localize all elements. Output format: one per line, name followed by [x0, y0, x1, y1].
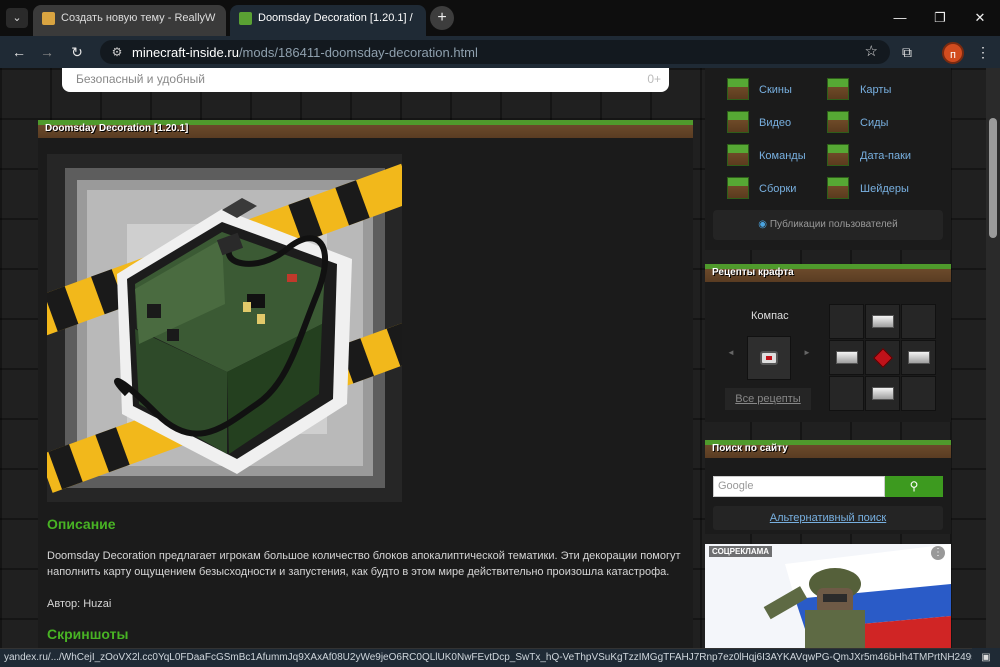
- page-scrollbar[interactable]: [986, 68, 1000, 648]
- craft-slot[interactable]: [829, 304, 864, 339]
- author-text: Автор: Huzai: [47, 598, 112, 610]
- tab-strip: ⌄ Создать новую тему - ReallyW Doomsday …: [0, 0, 1000, 36]
- search-title-bar: Поиск по сайту: [705, 440, 951, 458]
- favicon-icon: [42, 12, 55, 25]
- grass-block-icon: [727, 177, 749, 199]
- iron-ingot-icon: [908, 351, 930, 364]
- iron-ingot-icon: [836, 351, 858, 364]
- forward-arrow-icon[interactable]: →: [36, 41, 58, 63]
- profile-avatar[interactable]: п: [942, 42, 964, 64]
- close-icon[interactable]: ✕: [960, 0, 1000, 36]
- doomsday-generator-illustration: [47, 154, 402, 502]
- category-link-video[interactable]: Видео: [759, 117, 791, 129]
- compass-needle-icon: [766, 356, 772, 360]
- minimize-icon[interactable]: —: [880, 0, 920, 36]
- site-info-icon[interactable]: ⚙: [108, 43, 126, 61]
- google-search-input[interactable]: Google: [713, 476, 885, 497]
- prev-recipe-arrow-icon[interactable]: ◄: [727, 348, 735, 357]
- tab-doomsday-decoration[interactable]: Doomsday Decoration [1.20.1] /: [230, 5, 426, 36]
- article-title-bar: Doomsday Decoration [1.20.1]: [38, 120, 693, 138]
- search-suggestion-dropdown[interactable]: Безопасный и удобный 0+: [62, 68, 669, 92]
- description-heading: Описание: [47, 516, 116, 532]
- status-bar-url: yandex.ru/.../WhCejI_zOoVX2l.cc0YqL0FDaa…: [0, 648, 972, 667]
- craft-slot[interactable]: [865, 340, 900, 375]
- scrollbar-thumb[interactable]: [989, 118, 997, 238]
- new-tab-button[interactable]: +: [430, 6, 454, 30]
- grass-block-icon: [727, 111, 749, 133]
- ad-options-kebab-icon[interactable]: ⋮: [931, 546, 945, 560]
- page-viewport: Безопасный и удобный 0+ Doomsday Decorat…: [0, 68, 986, 648]
- recipe-item-name: Компас: [751, 310, 789, 322]
- tab-search-chevron-icon[interactable]: ⌄: [6, 8, 28, 28]
- crafting-recipes-panel: Рецепты крафта Компас ◄ ► Все рецепты: [705, 264, 951, 422]
- craft-slot[interactable]: [865, 376, 900, 411]
- craft-slot[interactable]: [865, 304, 900, 339]
- craft-slot[interactable]: [901, 376, 936, 411]
- site-search-panel: Поиск по сайту Google ⚲ Альтернативный п…: [705, 440, 951, 534]
- craft-slot[interactable]: [829, 340, 864, 375]
- bookmark-star-icon[interactable]: ☆: [865, 42, 878, 60]
- alternative-search-link[interactable]: Альтернативный поиск: [713, 506, 943, 530]
- search-submit-button[interactable]: ⚲: [885, 476, 943, 497]
- reload-icon[interactable]: ↻: [66, 41, 88, 63]
- redstone-icon: [873, 348, 893, 368]
- address-bar[interactable]: ⚙ minecraft-inside.ru/mods/186411-doomsd…: [100, 40, 890, 64]
- search-heading: Поиск по сайту: [712, 443, 788, 454]
- category-link-commands[interactable]: Команды: [759, 150, 806, 162]
- article-title: Doomsday Decoration [1.20.1]: [45, 123, 189, 134]
- category-link-skins[interactable]: Скины: [759, 84, 792, 96]
- search-icon: ⚲: [909, 479, 919, 493]
- category-link-datapacks[interactable]: Дата-паки: [860, 150, 911, 162]
- menu-kebab-icon[interactable]: ⋮: [972, 41, 994, 63]
- ad-soldier-flag-image: [705, 544, 951, 648]
- recipes-title-bar: Рецепты крафта: [705, 264, 951, 282]
- craft-slot[interactable]: [901, 304, 936, 339]
- category-link-seeds[interactable]: Сиды: [860, 117, 888, 129]
- grass-block-icon: [827, 144, 849, 166]
- user-publications-button[interactable]: ◉ Публикации пользователей: [713, 210, 943, 240]
- address-toolbar: ← → ↻ ⚙ minecraft-inside.ru/mods/186411-…: [0, 36, 1000, 68]
- category-link-shaders[interactable]: Шейдеры: [860, 183, 909, 195]
- craft-slot[interactable]: [829, 376, 864, 411]
- restore-icon[interactable]: ❐: [920, 0, 960, 36]
- grass-block-icon: [827, 177, 849, 199]
- mod-preview-image: [47, 154, 402, 502]
- iron-ingot-icon: [872, 387, 894, 400]
- category-link-modpacks[interactable]: Сборки: [759, 183, 796, 195]
- user-publications-label: Публикации пользователей: [769, 219, 898, 230]
- grass-block-icon: [827, 78, 849, 100]
- description-text: Doomsday Decoration предлагает игрокам б…: [47, 550, 681, 578]
- grass-block-icon: [827, 111, 849, 133]
- social-ad-banner[interactable]: СОЦРЕКЛАМА ⋮: [705, 544, 951, 648]
- tab-title: Doomsday Decoration [1.20.1] /: [258, 12, 413, 24]
- google-search-placeholder: Google: [718, 480, 754, 492]
- tab-create-topic[interactable]: Создать новую тему - ReallyW: [33, 5, 226, 36]
- recipe-result-slot[interactable]: [747, 336, 791, 380]
- search-suggestion-text: Безопасный и удобный: [76, 72, 205, 86]
- category-links-panel: Скины Карты Видео Сиды Команды Дата-паки…: [705, 68, 951, 250]
- all-recipes-link[interactable]: Все рецепты: [725, 388, 811, 410]
- search-suggestion-count: 0+: [647, 72, 661, 86]
- grass-block-icon: [727, 78, 749, 100]
- category-link-maps[interactable]: Карты: [860, 84, 891, 96]
- screenshots-heading: Скриншоты: [47, 626, 129, 642]
- globe-icon: ◉: [758, 219, 770, 230]
- craft-slot[interactable]: [901, 340, 936, 375]
- status-close-icon[interactable]: ▣: [972, 648, 1000, 667]
- url-text: minecraft-inside.ru/mods/186411-doomsday…: [132, 45, 478, 60]
- extensions-puzzle-icon[interactable]: ⧉: [896, 41, 918, 63]
- back-arrow-icon[interactable]: ←: [8, 41, 30, 63]
- next-recipe-arrow-icon[interactable]: ►: [803, 348, 811, 357]
- recipes-heading: Рецепты крафта: [712, 267, 794, 278]
- ad-label: СОЦРЕКЛАМА: [709, 546, 773, 557]
- tab-title: Создать новую тему - ReallyW: [61, 12, 216, 24]
- grass-block-icon: [727, 144, 749, 166]
- iron-ingot-icon: [872, 315, 894, 328]
- grass-block-favicon-icon: [239, 12, 252, 25]
- article-panel: Doomsday Decoration [1.20.1] Описание Do…: [38, 120, 693, 648]
